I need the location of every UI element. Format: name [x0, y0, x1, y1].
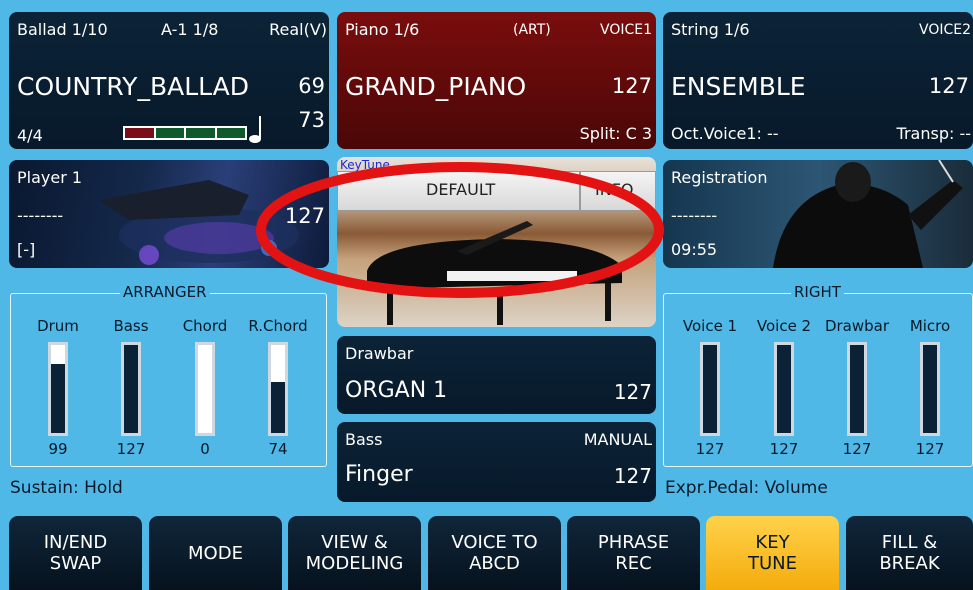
bass-value: 127 [613, 464, 652, 488]
player-song: -------- [17, 206, 64, 225]
drawbar-value: 127 [613, 380, 652, 404]
drawbar-title: Drawbar [345, 344, 414, 363]
voice2-name: ENSEMBLE [671, 72, 806, 101]
arranger-slider-value: 0 [200, 440, 210, 458]
arranger-slider-label: Drum [37, 317, 79, 335]
voice2-octave: Oct.Voice1: -- [671, 124, 779, 143]
button-label-line1: VIEW & [321, 532, 388, 553]
button-label-line2: TUNE [747, 553, 797, 574]
bass-mode: MANUAL [583, 430, 652, 449]
right-slider-value: 127 [769, 440, 799, 458]
right-slider-value: 127 [915, 440, 945, 458]
voice1-name: GRAND_PIANO [345, 72, 527, 101]
arranger-slider-label: R.Chord [248, 317, 308, 335]
arranger-volume-slider[interactable] [268, 342, 288, 436]
right-slider-label: Voice 2 [756, 317, 812, 335]
slider-empty-area [51, 345, 65, 365]
right-volume-slider[interactable] [847, 342, 867, 436]
style-value-top: 69 [298, 74, 325, 98]
button-label-line2: MODELING [305, 553, 404, 574]
function-button-voice-to-abcd[interactable]: VOICE TO ABCD [428, 516, 561, 590]
function-button-phrase-rec[interactable]: PHRASE REC [567, 516, 700, 590]
button-label-line2: REC [615, 553, 652, 574]
expression-pedal-status: Expr.Pedal: Volume [665, 478, 828, 498]
arranger-slider-value: 99 [48, 440, 68, 458]
button-label-line1: IN/END [43, 532, 108, 553]
beat-indicator [123, 126, 247, 140]
button-label-line2: ABCD [469, 553, 520, 574]
right-slider-label: Drawbar [824, 317, 890, 335]
right-slider-label: Voice 1 [682, 317, 738, 335]
bass-name: Finger [345, 462, 413, 487]
slider-empty-area [198, 345, 212, 433]
voice2-transpose: Transp: -- [896, 124, 971, 143]
function-button-view-modeling[interactable]: VIEW & MODELING [288, 516, 421, 590]
function-button-in-end-swap[interactable]: IN/END SWAP [9, 516, 142, 590]
style-value-bottom: 73 [298, 108, 325, 132]
arranger-slider-label: Bass [113, 317, 149, 335]
slider-empty-area [271, 345, 285, 382]
arranger-volume-slider[interactable] [195, 342, 215, 436]
voice1-panel[interactable]: Piano 1/6 (ART) VOICE1 GRAND_PIANO 127 S… [337, 12, 656, 149]
voice2-slot: VOICE2 [918, 22, 971, 38]
button-label-line2: SWAP [49, 553, 102, 574]
function-button-label: VIEW & MODELING [306, 532, 404, 574]
voice2-volume: 127 [928, 74, 969, 98]
style-panel[interactable]: Ballad 1/10 A-1 1/8 Real(V) COUNTRY_BALL… [9, 12, 329, 149]
highlight-ellipse [256, 162, 664, 298]
function-button-mode[interactable]: MODE [149, 516, 282, 590]
button-label-line2: BREAK [879, 553, 940, 574]
function-button-label: KEY TUNE [748, 532, 797, 574]
registration-panel[interactable]: Registration -------- 09:55 [663, 160, 973, 268]
function-button-label: PHRASE REC [598, 532, 669, 574]
style-number: Ballad 1/10 [17, 20, 108, 39]
right-volume-slider[interactable] [774, 342, 794, 436]
function-button-label: VOICE TO ABCD [451, 532, 537, 574]
right-volume-slider[interactable] [920, 342, 940, 436]
voice1-bank: Piano 1/6 [345, 20, 420, 39]
arranger-slider-label: Chord [182, 317, 228, 335]
bass-title: Bass [345, 430, 383, 449]
right-slider-value: 127 [695, 440, 725, 458]
note-icon [249, 116, 261, 143]
voice1-art: (ART) [513, 22, 551, 38]
arranger-slider-value: 74 [268, 440, 288, 458]
function-button-fill-break[interactable]: FILL & BREAK [846, 516, 973, 590]
voice1-volume: 127 [611, 74, 652, 98]
function-button-label: MODE [188, 543, 243, 564]
voice2-bank: String 1/6 [671, 20, 750, 39]
button-label-line1: PHRASE [597, 532, 670, 553]
sustain-status: Sustain: Hold [10, 478, 123, 498]
voice1-slot: VOICE1 [599, 22, 652, 38]
player-title: Player 1 [17, 168, 83, 187]
arranger-title: ARRANGER [120, 283, 210, 301]
right-slider-value: 127 [842, 440, 872, 458]
arranger-slider-value: 127 [116, 440, 146, 458]
button-label-line1: FILL & [881, 532, 938, 553]
registration-time: 09:55 [671, 240, 718, 259]
time-signature: 4/4 [17, 126, 43, 145]
style-name: COUNTRY_BALLAD [17, 72, 249, 101]
drawbar-name: ORGAN 1 [345, 378, 448, 403]
drawbar-panel[interactable]: Drawbar ORGAN 1 127 [337, 336, 656, 414]
function-button-label: FILL & BREAK [879, 532, 939, 574]
arranger-volume-slider[interactable] [121, 342, 141, 436]
voice2-panel[interactable]: String 1/6 VOICE2 ENSEMBLE 127 Oct.Voice… [663, 12, 973, 149]
right-slider-label: Micro [909, 317, 951, 335]
registration-name: -------- [671, 206, 718, 225]
function-button-key-tune[interactable]: KEY TUNE [706, 516, 839, 590]
style-variation: A-1 1/8 [161, 20, 219, 39]
arranger-volume-slider[interactable] [48, 342, 68, 436]
style-mode: Real(V) [269, 20, 327, 39]
bass-panel[interactable]: Bass MANUAL Finger 127 [337, 422, 656, 502]
registration-title: Registration [671, 168, 768, 187]
voice1-split: Split: C 3 [579, 124, 652, 143]
player-state: [-] [17, 240, 36, 259]
right-title: RIGHT [791, 283, 844, 301]
button-label-line1: VOICE TO [451, 532, 538, 553]
button-label-line1: KEY [755, 532, 790, 553]
right-volume-slider[interactable] [700, 342, 720, 436]
function-button-label: IN/END SWAP [44, 532, 108, 574]
button-label-line1: MODE [188, 542, 243, 564]
